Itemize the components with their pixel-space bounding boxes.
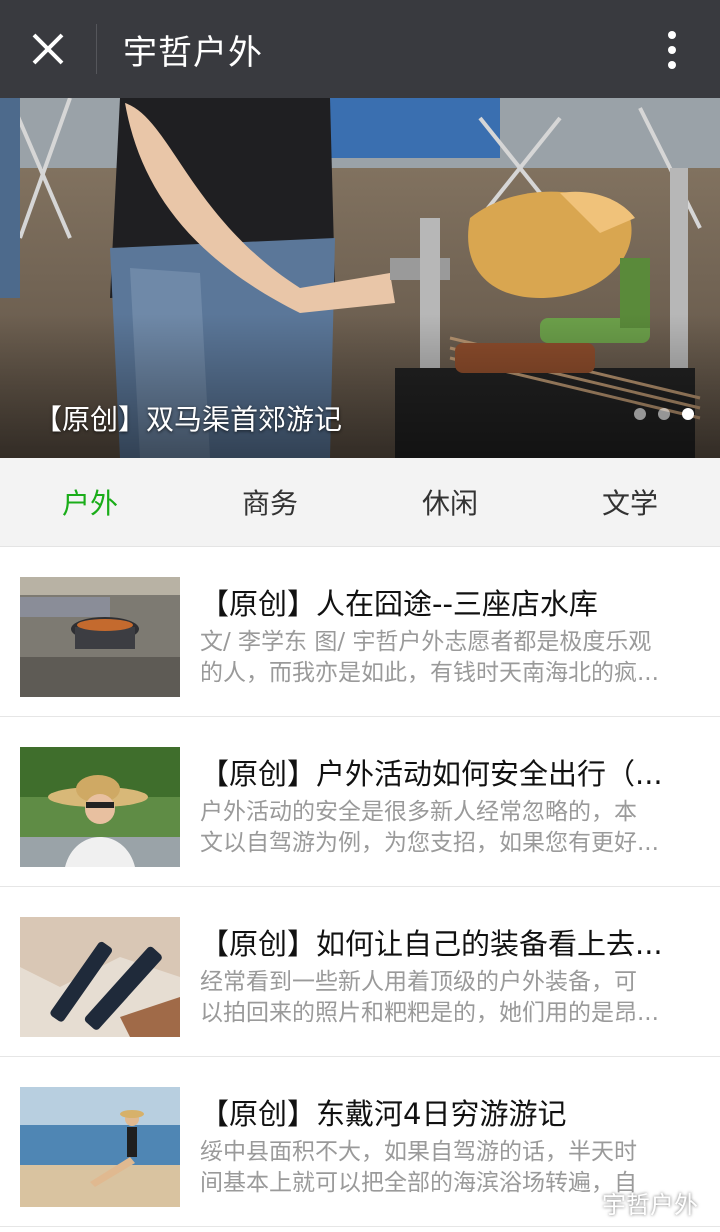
article-item[interactable]: 【原创】户外活动如何安全出行（... 户外活动的安全是很多新人经常忽略的，本 文… [0,717,720,887]
article-thumbnail [20,917,180,1037]
article-summary-line: 以拍回来的照片和粑粑是的，她们用的是昂... [200,1000,659,1026]
carousel-dot-active[interactable] [682,408,694,420]
article-summary: 户外活动的安全是很多新人经常忽略的，本 文以自驾游为例，为您支招，如果您有更好.… [200,797,690,859]
category-tabs: 户外 商务 休闲 文学 [0,458,720,547]
article-thumbnail [20,577,180,697]
tab-leisure[interactable]: 休闲 [360,458,540,546]
carousel-dot[interactable] [634,408,646,420]
wechat-icon [566,1190,595,1214]
header-divider [96,24,97,74]
more-vertical-icon [668,31,676,69]
close-icon [32,33,64,65]
tab-literature[interactable]: 文学 [540,458,720,546]
carousel-dot[interactable] [658,408,670,420]
article-thumbnail [20,1087,180,1207]
watermark-text: 宇哲户外 [602,1191,698,1219]
article-list: 【原创】人在囧途--三座店水库 文/ 李学东 图/ 宇哲户外志愿者都是极度乐观 … [0,547,720,1227]
article-title: 【原创】人在囧途--三座店水库 [200,587,598,621]
featured-banner[interactable]: 【原创】双马渠首郊游记 [0,98,720,458]
watermark: 宇哲户外 [566,1185,698,1220]
article-title: 【原创】户外活动如何安全出行（... [200,757,663,791]
close-button[interactable] [0,0,96,98]
article-summary-line: 户外活动的安全是很多新人经常忽略的，本 [200,799,637,825]
tab-outdoor[interactable]: 户外 [0,458,180,546]
article-summary-line: 经常看到一些新人用着顶级的户外装备，可 [200,969,637,995]
tab-business[interactable]: 商务 [180,458,360,546]
carousel-indicator [634,408,694,420]
article-thumbnail [20,747,180,867]
article-summary-line: 文/ 李学东 图/ 宇哲户外志愿者都是极度乐观 [200,629,652,655]
article-summary-line: 文以自驾游为例，为您支招，如果您有更好... [200,830,659,856]
article-title: 【原创】东戴河4日穷游游记 [200,1097,567,1131]
article-summary: 经常看到一些新人用着顶级的户外装备，可 以拍回来的照片和粑粑是的，她们用的是昂.… [200,967,690,1029]
article-item[interactable]: 【原创】人在囧途--三座店水库 文/ 李学东 图/ 宇哲户外志愿者都是极度乐观 … [0,547,720,717]
article-title: 【原创】如何让自己的装备看上去... [200,927,663,961]
banner-caption: 【原创】双马渠首郊游记 [34,403,343,436]
article-item[interactable]: 【原创】如何让自己的装备看上去... 经常看到一些新人用着顶级的户外装备，可 以… [0,887,720,1057]
article-summary-line: 的人，而我亦是如此，有钱时天南海北的疯... [200,660,659,686]
top-bar: 宇哲户外 [0,0,720,98]
article-summary-line: 绥中县面积不大，如果自驾游的话，半天时 [200,1139,637,1165]
article-summary: 文/ 李学东 图/ 宇哲户外志愿者都是极度乐观 的人，而我亦是如此，有钱时天南海… [200,627,690,689]
page-title: 宇哲户外 [123,32,263,73]
more-button[interactable] [650,28,694,72]
